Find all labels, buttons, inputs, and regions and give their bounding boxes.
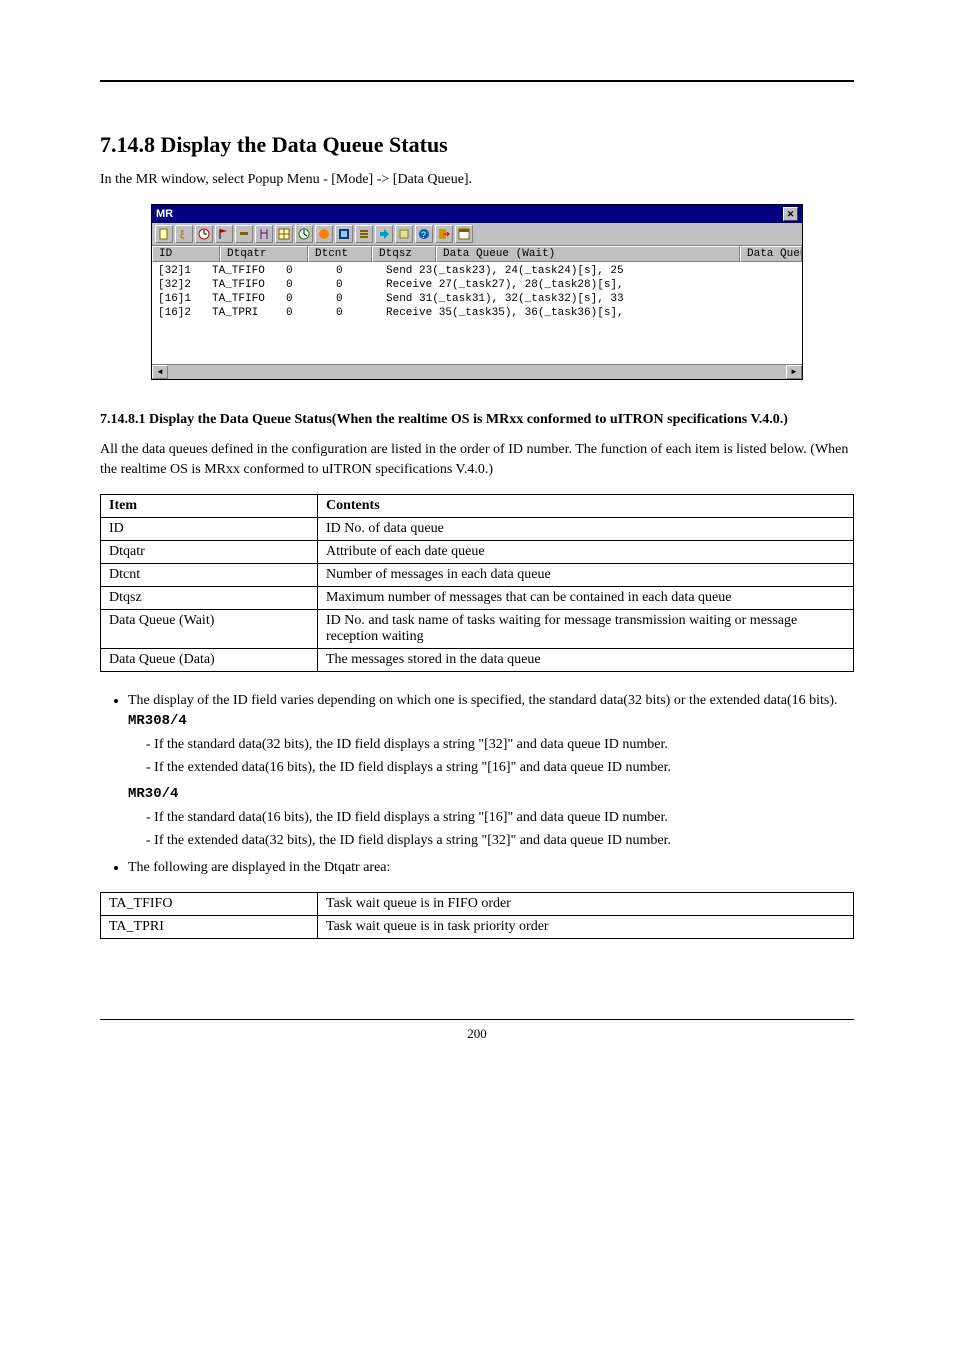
close-icon[interactable]: ✕ — [783, 207, 798, 221]
bars-icon[interactable] — [355, 225, 373, 243]
q-icon[interactable]: ? — [415, 225, 433, 243]
clock-icon[interactable] — [195, 225, 213, 243]
table-row[interactable]: [32]2 TA_TFIFO 0 0 Receive 27(_task27), … — [152, 278, 802, 292]
page-footer: 200 — [100, 1019, 854, 1042]
list-item: If the standard data(32 bits), the ID fi… — [146, 734, 854, 755]
mr30-label: MR30/4 — [128, 784, 854, 805]
mr-grid-body: [32]1 TA_TFIFO 0 0 Send 23(_task23), 24(… — [152, 262, 802, 364]
table-row[interactable]: [16]1 TA_TFIFO 0 0 Send 31(_task31), 32(… — [152, 292, 802, 306]
intro-paragraph: In the MR window, select Popup Menu - [M… — [100, 170, 854, 190]
scroll-left-icon[interactable]: ◄ — [152, 365, 168, 379]
table-row: TA_TFIFOTask wait queue is in FIFO order — [101, 893, 854, 916]
fn-icon[interactable] — [255, 225, 273, 243]
grid2-icon[interactable] — [335, 225, 353, 243]
exit-icon[interactable] — [435, 225, 453, 243]
horizontal-scrollbar[interactable]: ◄ ► — [152, 364, 802, 379]
amber-icon[interactable] — [315, 225, 333, 243]
items-table-header-item: Item — [101, 495, 318, 518]
col-header-data[interactable]: Data Queue (Data) — [740, 246, 802, 262]
subsection-number: 7.14.8.1 — [100, 412, 146, 427]
window-icon[interactable] — [455, 225, 473, 243]
clock2-icon[interactable] — [295, 225, 313, 243]
col-header-dtcnt[interactable]: Dtcnt — [308, 246, 372, 262]
table-row: Data Queue (Data)The messages stored in … — [101, 649, 854, 672]
items-table: Item Contents IDID No. of data queue Dtq… — [100, 494, 854, 672]
table-row: IDID No. of data queue — [101, 518, 854, 541]
section-heading: 7.14.8 Display the Data Queue Status — [100, 132, 854, 158]
subsection-heading: 7.14.8.1 Display the Data Queue Status(W… — [100, 410, 854, 430]
mr-grid-header: ID Dtqatr Dtcnt Dtqsz Data Queue (Wait) … — [152, 246, 802, 262]
table-row[interactable]: [16]2 TA_TPRI 0 0 Receive 35(_task35), 3… — [152, 306, 802, 320]
mr-toolbar: ξ ? — [152, 223, 802, 246]
doc-icon[interactable] — [155, 225, 173, 243]
subsection-paragraph: All the data queues defined in the confi… — [100, 440, 854, 481]
flag2-icon[interactable] — [235, 225, 253, 243]
dollar-icon[interactable]: ξ — [175, 225, 193, 243]
page-number: 200 — [467, 1026, 487, 1041]
arrows-icon[interactable] — [375, 225, 393, 243]
svg-text:ξ: ξ — [180, 230, 185, 240]
table-row: Data Queue (Wait)ID No. and task name of… — [101, 610, 854, 649]
svg-text:?: ? — [421, 230, 426, 240]
list-item: If the extended data(32 bits), the ID fi… — [146, 830, 854, 851]
bullet-id-field: The display of the ID field varies depen… — [128, 690, 854, 851]
list-item: If the extended data(16 bits), the ID fi… — [146, 757, 854, 778]
flag-icon[interactable] — [215, 225, 233, 243]
section-number: 7.14.8 — [100, 132, 155, 157]
table-row: DtqszMaximum number of messages that can… — [101, 587, 854, 610]
section-title-text: Display the Data Queue Status — [161, 132, 448, 157]
col-header-id[interactable]: ID — [152, 246, 220, 262]
col-header-wait[interactable]: Data Queue (Wait) — [436, 246, 740, 262]
mr-window: MR ✕ ξ ? ID Dtqatr Dtcnt Dtqsz Dat — [151, 204, 803, 380]
table-row[interactable]: [32]1 TA_TFIFO 0 0 Send 23(_task23), 24(… — [152, 264, 802, 278]
mr308-label: MR308/4 — [128, 711, 854, 732]
col-header-dtqatr[interactable]: Dtqatr — [220, 246, 308, 262]
dtqatr-table: TA_TFIFOTask wait queue is in FIFO order… — [100, 892, 854, 939]
blank-icon[interactable] — [395, 225, 413, 243]
col-header-dtqsz[interactable]: Dtqsz — [372, 246, 436, 262]
items-table-header-contents: Contents — [318, 495, 854, 518]
mr-window-title: MR — [156, 208, 173, 220]
bullet-dtqatr: The following are displayed in the Dtqat… — [128, 857, 854, 878]
mr-titlebar: MR ✕ — [152, 205, 802, 223]
list-item: If the standard data(16 bits), the ID fi… — [146, 807, 854, 828]
grid-icon[interactable] — [275, 225, 293, 243]
table-row: DtcntNumber of messages in each data que… — [101, 564, 854, 587]
subsection-title-text: Display the Data Queue Status(When the r… — [149, 412, 788, 427]
table-row: TA_TPRITask wait queue is in task priori… — [101, 916, 854, 939]
table-row: DtqatrAttribute of each date queue — [101, 541, 854, 564]
scroll-right-icon[interactable]: ► — [786, 365, 802, 379]
